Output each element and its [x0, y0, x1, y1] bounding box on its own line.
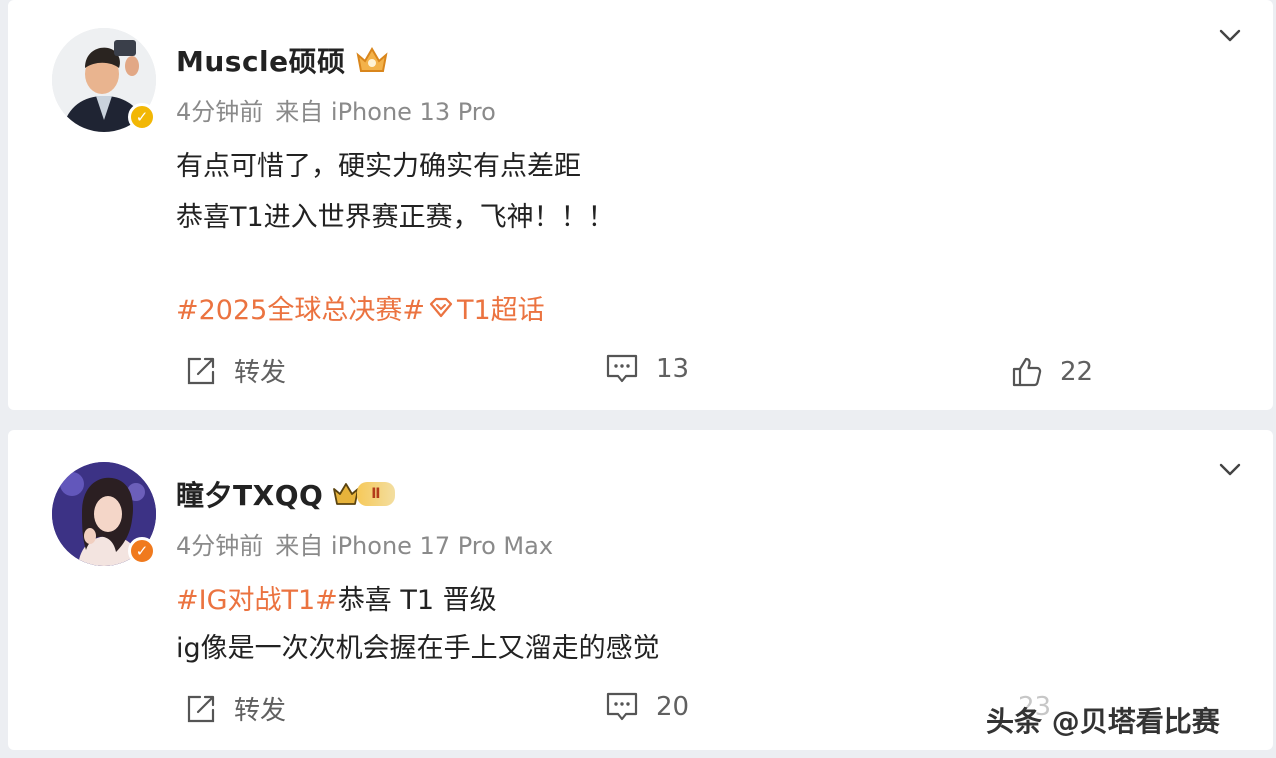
- like-count: 22: [1060, 357, 1094, 387]
- post-meta: 4分钟前 来自 iPhone 17 Pro Max: [176, 526, 553, 561]
- repost-label: 转发: [234, 358, 287, 388]
- post-meta: 4分钟前 来自 iPhone 13 Pro: [176, 92, 496, 127]
- hashtag-topic[interactable]: #2025全球总决赛#: [176, 288, 425, 327]
- comment-count: 20: [656, 692, 690, 722]
- comment-icon: [606, 354, 638, 383]
- thumbs-up-icon: [1012, 357, 1042, 387]
- post-time: 4分钟前: [176, 98, 264, 126]
- level-badge: Ⅱ: [357, 482, 396, 506]
- repost-icon: [187, 695, 215, 722]
- crown-level-icon: Ⅱ: [331, 481, 396, 507]
- comment-button[interactable]: 20: [604, 690, 689, 724]
- post-text-line: 有点可惜了，硬实力确实有点差距: [176, 151, 581, 182]
- comment-icon: [606, 692, 638, 721]
- rank-crown-icon: [356, 47, 388, 72]
- post-text-line: 恭喜T1进入世界赛正赛，飞神！！！: [176, 202, 615, 233]
- repost-button[interactable]: 转发: [184, 352, 286, 389]
- comment-button[interactable]: 13: [604, 352, 689, 386]
- username-text[interactable]: 瞳夕TXQQ: [176, 474, 323, 514]
- post-source: 来自 iPhone 17 Pro Max: [275, 532, 554, 560]
- username[interactable]: 瞳夕TXQQ Ⅱ: [176, 474, 396, 514]
- super-topic-link[interactable]: T1超话: [457, 288, 545, 327]
- post-source: 来自 iPhone 13 Pro: [275, 98, 496, 126]
- chevron-down-icon[interactable]: [1217, 22, 1243, 48]
- verified-badge-icon: ✓: [128, 537, 156, 565]
- post-card: ✓ Muscle硕硕 4分钟前 来自 iPhone 13 Pro 有点可惜了，硬…: [8, 0, 1273, 410]
- username-text[interactable]: Muscle硕硕: [176, 40, 346, 80]
- post-text-line: #IG对战T1#恭喜 T1 晋级: [176, 578, 497, 617]
- chevron-down-icon[interactable]: [1217, 456, 1243, 482]
- post-time: 4分钟前: [176, 532, 264, 560]
- comment-count: 13: [656, 354, 690, 384]
- repost-button[interactable]: 转发: [184, 690, 286, 727]
- post-text: 恭喜 T1 晋级: [337, 585, 497, 616]
- watermark: 头条 @贝塔看比赛: [986, 705, 1220, 738]
- hashtag-line: #2025全球总决赛# T1超话: [176, 288, 545, 327]
- repost-icon: [187, 357, 215, 384]
- super-topic-diamond-icon: [429, 297, 453, 317]
- repost-label: 转发: [234, 696, 287, 726]
- post-text-line: ig像是一次次机会握在手上又溜走的感觉: [176, 633, 660, 664]
- hashtag-topic[interactable]: #IG对战T1#: [176, 585, 338, 616]
- like-button[interactable]: 22: [1010, 355, 1093, 389]
- username[interactable]: Muscle硕硕: [176, 40, 390, 80]
- verified-badge-icon: ✓: [128, 103, 156, 131]
